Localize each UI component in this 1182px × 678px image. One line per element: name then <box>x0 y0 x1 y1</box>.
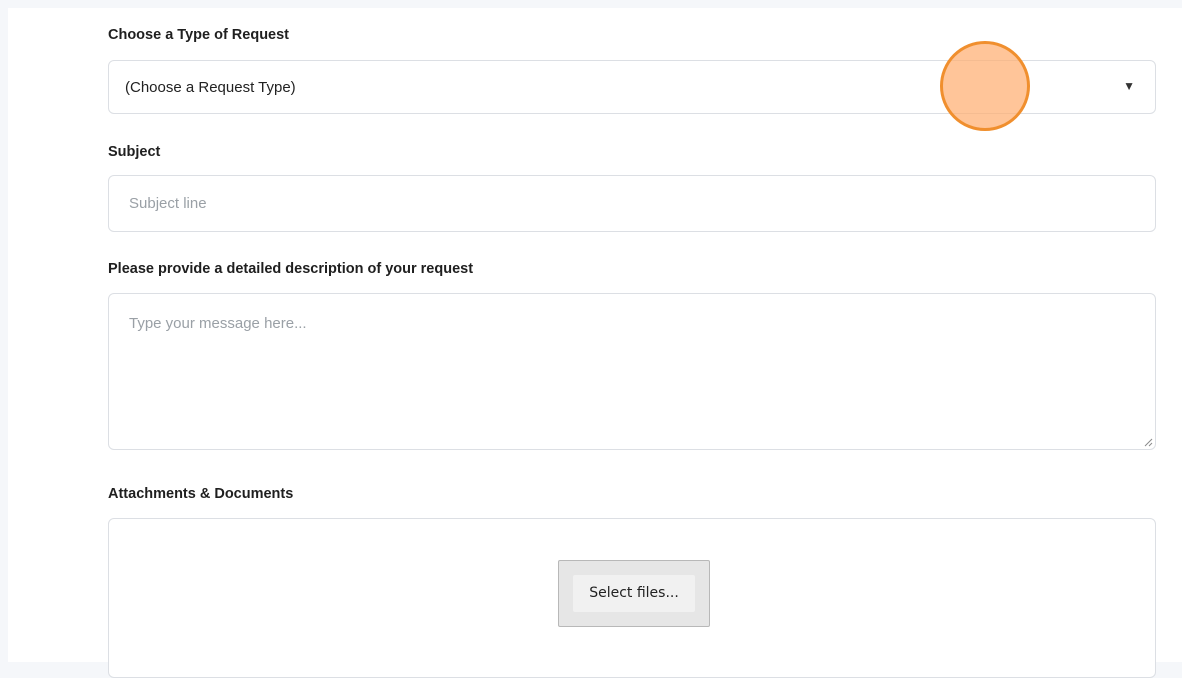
caret-down-icon: ▼ <box>1123 79 1135 93</box>
description-placeholder: Type your message here... <box>129 315 307 332</box>
subject-input[interactable]: Subject line <box>108 175 1156 232</box>
request-type-selected-value: (Choose a Request Type) <box>125 79 296 96</box>
attachments-dropzone[interactable]: Select files... <box>108 518 1156 678</box>
description-textarea[interactable]: Type your message here... <box>108 293 1156 450</box>
description-label: Please provide a detailed description of… <box>108 261 474 277</box>
select-files-label: Select files... <box>573 575 695 612</box>
select-files-button[interactable]: Select files... <box>558 560 710 627</box>
request-form-page: Choose a Type of Request (Choose a Reque… <box>8 8 1182 678</box>
resize-handle-icon[interactable] <box>1143 437 1153 447</box>
request-type-label: Choose a Type of Request <box>108 27 290 43</box>
cursor-highlight <box>940 41 1030 131</box>
subject-label: Subject <box>108 144 161 160</box>
attachments-label: Attachments & Documents <box>108 486 294 502</box>
subject-placeholder: Subject line <box>129 195 207 212</box>
